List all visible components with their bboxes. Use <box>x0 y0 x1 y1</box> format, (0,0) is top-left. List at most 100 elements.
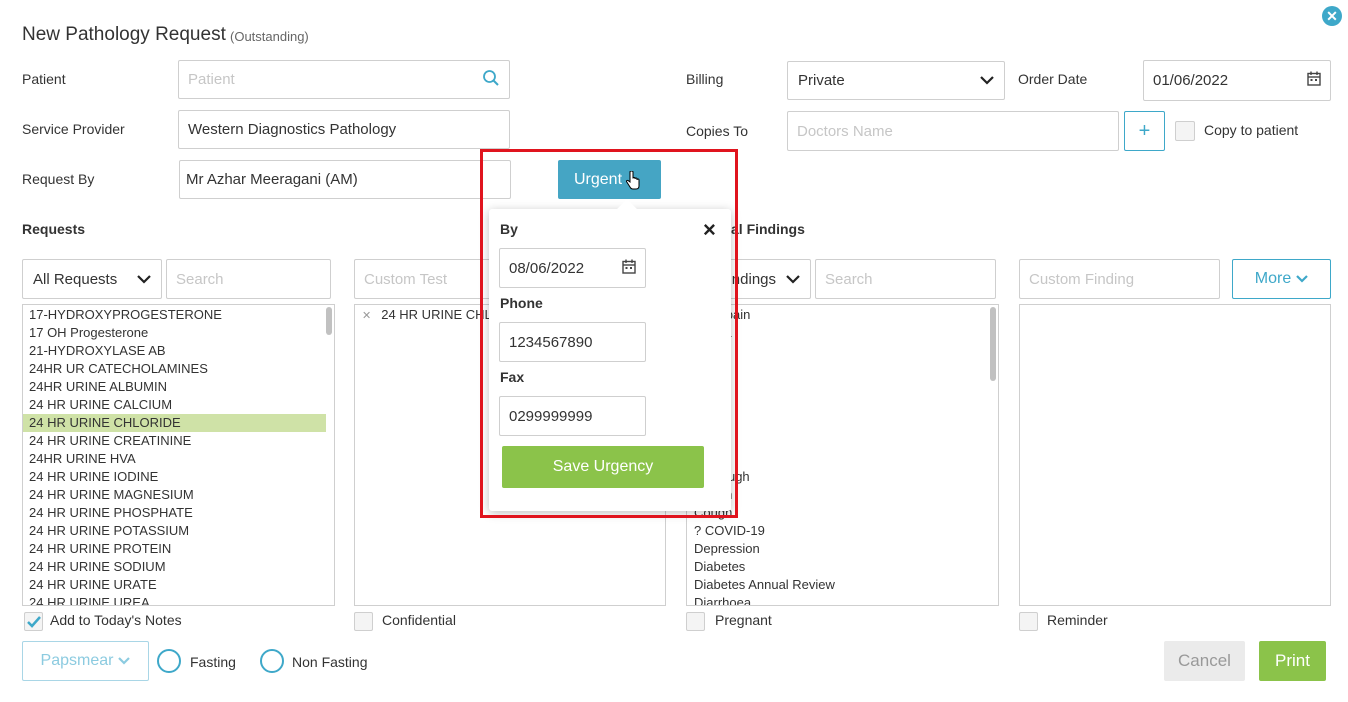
list-item[interactable]: rrhoea <box>687 324 998 342</box>
findings-heading: al Findings <box>731 221 805 237</box>
add-to-notes-checkbox[interactable] <box>24 612 43 631</box>
save-urgency-button[interactable]: Save Urgency <box>502 446 704 488</box>
urgency-popup: By × 08/06/2022 Phone 1234567890 Fax 029… <box>489 199 731 511</box>
close-dialog-icon[interactable]: ✕ <box>1322 6 1342 26</box>
findings-list[interactable]: mnal painrrhoeaemicatalnapainostatetuppa… <box>686 304 999 606</box>
requests-filter-value: All Requests <box>33 270 118 288</box>
list-item[interactable]: Diarrhoea <box>687 594 998 605</box>
requests-heading: Requests <box>22 221 86 237</box>
findings-search-placeholder: Search <box>825 270 873 288</box>
close-popup-icon[interactable]: × <box>703 219 716 241</box>
add-to-notes-label: Add to Today's Notes <box>50 612 182 628</box>
dialog-status: (Outstanding) <box>230 29 309 44</box>
urgent-label: Urgent <box>574 170 623 188</box>
list-item[interactable]: 24 HR URINE IODINE <box>23 468 326 486</box>
list-item[interactable]: Diabetes Annual Review <box>687 576 998 594</box>
patient-input[interactable]: Patient <box>178 60 510 99</box>
list-item[interactable]: 24HR URINE HVA <box>23 450 326 468</box>
list-item[interactable]: pain <box>687 450 998 468</box>
copy-to-patient-checkbox[interactable] <box>1175 121 1195 141</box>
more-button[interactable]: More <box>1232 259 1331 299</box>
list-item[interactable]: 17-HYDROXYPROGESTERONE <box>23 306 326 324</box>
pregnant-checkbox[interactable] <box>686 612 705 631</box>
print-label: Print <box>1275 651 1310 670</box>
service-provider-input[interactable]: Western Diagnostics Pathology <box>178 110 510 149</box>
list-item[interactable]: nic cough <box>687 468 998 486</box>
papsmear-button[interactable]: Papsmear <box>22 641 149 681</box>
non-fasting-radio[interactable] <box>260 649 284 673</box>
list-item[interactable]: mnal pain <box>687 306 998 324</box>
request-by-value: Mr Azhar Meeragani (AM) <box>186 171 358 188</box>
findings-scrollbar[interactable] <box>990 307 996 603</box>
by-label: By <box>500 221 518 237</box>
urgent-button[interactable]: Urgent <box>558 160 661 199</box>
calendar-icon[interactable] <box>622 259 636 278</box>
list-item[interactable]: Diabetes <box>687 558 998 576</box>
findings-search-input[interactable]: Search <box>815 259 996 299</box>
fax-input[interactable]: 0299999999 <box>499 396 646 436</box>
chevron-down-icon <box>1296 270 1308 288</box>
list-item[interactable]: ? COVID-19 <box>687 522 998 540</box>
list-item[interactable]: tup <box>687 432 998 450</box>
remove-icon[interactable]: ✕ <box>362 310 371 322</box>
list-item[interactable]: 24 HR URINE UREA <box>23 594 326 605</box>
billing-select[interactable]: Private <box>787 61 1005 100</box>
list-item[interactable]: 24 HR URINE CREATININE <box>23 432 326 450</box>
list-item[interactable]: Depression <box>687 540 998 558</box>
search-icon[interactable] <box>482 69 500 91</box>
list-item[interactable]: na <box>687 378 998 396</box>
list-item[interactable]: 24 HR URINE PHOSPHATE <box>23 504 326 522</box>
plus-icon: + <box>1138 119 1151 142</box>
list-item[interactable]: 21-HYDROXYLASE AB <box>23 342 326 360</box>
fasting-radio[interactable] <box>157 649 181 673</box>
request-by-input[interactable]: Mr Azhar Meeragani (AM) <box>179 160 511 199</box>
list-item[interactable]: 24 HR URINE POTASSIUM <box>23 522 326 540</box>
findings-filter-value: ndings <box>731 270 776 288</box>
checkmark-icon <box>26 615 41 628</box>
copies-to-input[interactable]: Doctors Name <box>787 111 1119 151</box>
copies-to-label: Copies To <box>686 123 749 139</box>
add-copy-button[interactable]: + <box>1124 111 1165 151</box>
popup-arrow <box>617 199 637 219</box>
phone-input[interactable]: 1234567890 <box>499 322 646 362</box>
chevron-down-icon <box>980 72 994 89</box>
non-fasting-label: Non Fasting <box>292 654 368 670</box>
custom-finding-input[interactable]: Custom Finding <box>1019 259 1220 299</box>
reminder-checkbox[interactable] <box>1019 612 1038 631</box>
requests-scroll-thumb[interactable] <box>326 307 332 335</box>
copy-to-patient-label: Copy to patient <box>1204 122 1299 138</box>
list-item[interactable]: 24HR URINE ALBUMIN <box>23 378 326 396</box>
custom-test-input[interactable]: Custom Test <box>354 259 494 299</box>
list-item[interactable]: 17 OH Progesterone <box>23 324 326 342</box>
cancel-label: Cancel <box>1178 651 1231 670</box>
list-item[interactable]: 24 HR URINE MAGNESIUM <box>23 486 326 504</box>
list-item[interactable]: 24 HR URINE CALCIUM <box>23 396 326 414</box>
list-item[interactable]: ostate <box>687 414 998 432</box>
fax-label: Fax <box>500 369 525 385</box>
list-item[interactable]: Cough <box>687 504 998 522</box>
order-date-input[interactable]: 01/06/2022 <box>1143 60 1331 101</box>
cancel-button[interactable]: Cancel <box>1164 641 1245 681</box>
confidential-checkbox[interactable] <box>354 612 373 631</box>
requests-list[interactable]: 17-HYDROXYPROGESTERONE 17 OH Progesterone… <box>22 304 335 606</box>
print-button[interactable]: Print <box>1259 641 1326 681</box>
list-item[interactable]: 24 HR URINE CHLORIDE <box>23 414 326 432</box>
requests-search-input[interactable]: Search <box>166 259 331 299</box>
list-item[interactable]: pain <box>687 396 998 414</box>
list-item[interactable]: 24 HR URINE SODIUM <box>23 558 326 576</box>
list-item[interactable]: 24 HR URINE PROTEIN <box>23 540 326 558</box>
list-item[interactable]: 24 HR URINE URATE <box>23 576 326 594</box>
list-item[interactable]: 24HR UR CATECHOLAMINES <box>23 360 326 378</box>
patient-label: Patient <box>22 71 66 87</box>
requests-filter-select[interactable]: All Requests <box>22 259 162 299</box>
list-item[interactable]: atal <box>687 360 998 378</box>
by-date-input[interactable]: 08/06/2022 <box>499 248 646 288</box>
findings-scroll-thumb[interactable] <box>990 307 996 381</box>
list-item[interactable]: emic <box>687 342 998 360</box>
pointer-cursor-icon <box>625 170 641 196</box>
list-item[interactable]: ipation <box>687 486 998 504</box>
selected-findings-list[interactable] <box>1019 304 1331 606</box>
chevron-down-icon <box>137 271 151 288</box>
calendar-icon[interactable] <box>1307 71 1321 90</box>
requests-scrollbar[interactable] <box>326 307 332 603</box>
